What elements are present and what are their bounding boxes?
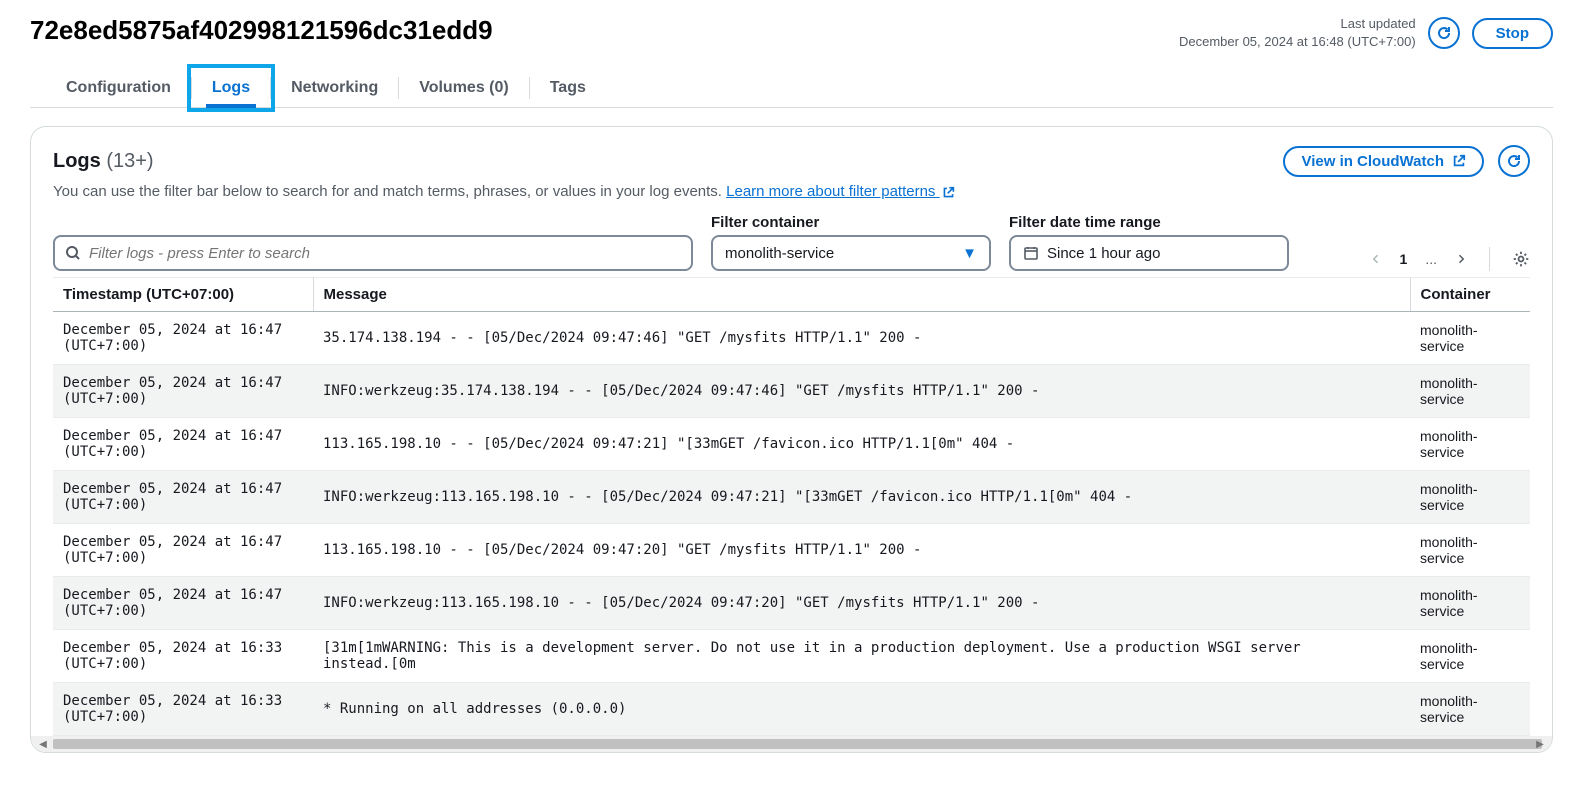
horizontal-scrollbar[interactable]: ◀ ▶	[31, 736, 1552, 752]
cell-container: monolith-service	[1410, 418, 1530, 471]
last-updated-value: December 05, 2024 at 16:48 (UTC+7:00)	[1179, 33, 1416, 51]
col-message[interactable]: Message	[313, 278, 1410, 312]
pagination: 1 ...	[1370, 247, 1530, 271]
tabs: Configuration Logs Networking Volumes (0…	[30, 69, 1553, 108]
cell-message: INFO:werkzeug:35.174.138.194 - - [05/Dec…	[313, 365, 1410, 418]
filter-container-value: monolith-service	[725, 245, 834, 262]
cell-message: 113.165.198.10 - - [05/Dec/2024 09:47:21…	[313, 418, 1410, 471]
stop-button[interactable]: Stop	[1472, 18, 1553, 49]
cell-container: monolith-service	[1410, 683, 1530, 736]
cell-container: monolith-service	[1410, 312, 1530, 365]
external-link-icon	[1452, 154, 1466, 168]
table-row[interactable]: December 05, 2024 at 16:47 (UTC+7:00)INF…	[53, 365, 1530, 418]
tab-logs[interactable]: Logs	[192, 69, 270, 107]
table-row[interactable]: December 05, 2024 at 16:47 (UTC+7:00)35.…	[53, 312, 1530, 365]
panel-title-text: Logs	[53, 150, 101, 172]
last-updated: Last updated December 05, 2024 at 16:48 …	[1179, 15, 1416, 51]
filter-date-label: Filter date time range	[1009, 214, 1289, 231]
cell-timestamp: December 05, 2024 at 16:47 (UTC+7:00)	[53, 418, 313, 471]
filter-search-input[interactable]	[89, 245, 681, 262]
filter-patterns-link-text: Learn more about filter patterns	[726, 183, 935, 200]
refresh-icon	[1506, 153, 1522, 169]
filter-date-value: Since 1 hour ago	[1047, 245, 1160, 262]
gear-icon	[1512, 250, 1530, 268]
pager-next[interactable]	[1455, 253, 1467, 265]
cell-timestamp: December 05, 2024 at 16:47 (UTC+7:00)	[53, 577, 313, 630]
caret-down-icon: ▼	[962, 245, 977, 262]
page-title: 72e8ed5875af402998121596dc31edd9	[30, 15, 493, 46]
table-row[interactable]: December 05, 2024 at 16:47 (UTC+7:00)INF…	[53, 471, 1530, 524]
scroll-right-icon: ▶	[1532, 736, 1548, 752]
divider	[1489, 247, 1490, 271]
panel-description: You can use the filter bar below to sear…	[53, 183, 1530, 200]
cell-container: monolith-service	[1410, 630, 1530, 683]
panel-count: (13+)	[106, 150, 153, 172]
cell-message: INFO:werkzeug:113.165.198.10 - - [05/Dec…	[313, 577, 1410, 630]
tab-networking[interactable]: Networking	[271, 69, 398, 107]
cell-message: 113.165.198.10 - - [05/Dec/2024 09:47:20…	[313, 524, 1410, 577]
filter-search-box[interactable]	[53, 235, 693, 271]
col-container[interactable]: Container	[1410, 278, 1530, 312]
logs-table: Timestamp (UTC+07:00) Message Container …	[53, 277, 1530, 736]
pager-prev[interactable]	[1370, 253, 1382, 265]
filter-date-select[interactable]: Since 1 hour ago	[1009, 235, 1289, 271]
scroll-left-icon: ◀	[35, 736, 51, 752]
logs-panel: Logs (13+) View in CloudWatch You can	[30, 126, 1553, 753]
cell-container: monolith-service	[1410, 524, 1530, 577]
last-updated-label: Last updated	[1179, 15, 1416, 33]
table-row[interactable]: December 05, 2024 at 16:47 (UTC+7:00)113…	[53, 418, 1530, 471]
cell-timestamp: December 05, 2024 at 16:47 (UTC+7:00)	[53, 524, 313, 577]
calendar-icon	[1023, 245, 1039, 261]
refresh-panel-button[interactable]	[1498, 145, 1530, 177]
filter-patterns-link[interactable]: Learn more about filter patterns	[726, 183, 954, 200]
table-row[interactable]: December 05, 2024 at 16:47 (UTC+7:00)113…	[53, 524, 1530, 577]
panel-desc-text: You can use the filter bar below to sear…	[53, 183, 726, 200]
view-in-cloudwatch-label: View in CloudWatch	[1301, 153, 1444, 170]
cell-timestamp: December 05, 2024 at 16:33 (UTC+7:00)	[53, 683, 313, 736]
refresh-header-button[interactable]	[1428, 17, 1460, 49]
filter-container-select[interactable]: monolith-service ▼	[711, 235, 991, 271]
table-row[interactable]: December 05, 2024 at 16:47 (UTC+7:00)INF…	[53, 577, 1530, 630]
panel-title: Logs (13+)	[53, 150, 154, 173]
cell-container: monolith-service	[1410, 365, 1530, 418]
cell-message: [31m[1mWARNING: This is a development …	[313, 630, 1410, 683]
cell-message: * Running on all addresses (0.0.0.0)	[313, 683, 1410, 736]
cell-container: monolith-service	[1410, 471, 1530, 524]
tab-configuration[interactable]: Configuration	[46, 69, 191, 107]
filter-container-label: Filter container	[711, 214, 991, 231]
cell-message: 35.174.138.194 - - [05/Dec/2024 09:47:46…	[313, 312, 1410, 365]
cell-timestamp: December 05, 2024 at 16:47 (UTC+7:00)	[53, 312, 313, 365]
search-icon	[65, 245, 81, 261]
cell-timestamp: December 05, 2024 at 16:33 (UTC+7:00)	[53, 630, 313, 683]
pager-page[interactable]: 1	[1400, 251, 1408, 267]
settings-button[interactable]	[1512, 250, 1530, 268]
tab-volumes[interactable]: Volumes (0)	[399, 69, 529, 107]
external-link-icon	[942, 186, 955, 199]
table-row[interactable]: December 05, 2024 at 16:33 (UTC+7:00)[3…	[53, 630, 1530, 683]
view-in-cloudwatch-button[interactable]: View in CloudWatch	[1283, 146, 1484, 177]
scrollbar-thumb[interactable]	[53, 739, 1542, 749]
cell-container: monolith-service	[1410, 577, 1530, 630]
tab-tags[interactable]: Tags	[530, 69, 606, 107]
table-row[interactable]: December 05, 2024 at 16:33 (UTC+7:00) * …	[53, 683, 1530, 736]
cell-timestamp: December 05, 2024 at 16:47 (UTC+7:00)	[53, 471, 313, 524]
cell-timestamp: December 05, 2024 at 16:47 (UTC+7:00)	[53, 365, 313, 418]
refresh-icon	[1436, 25, 1452, 41]
cell-message: INFO:werkzeug:113.165.198.10 - - [05/Dec…	[313, 471, 1410, 524]
pager-ellipsis: ...	[1425, 251, 1437, 267]
col-timestamp[interactable]: Timestamp (UTC+07:00)	[53, 278, 313, 312]
